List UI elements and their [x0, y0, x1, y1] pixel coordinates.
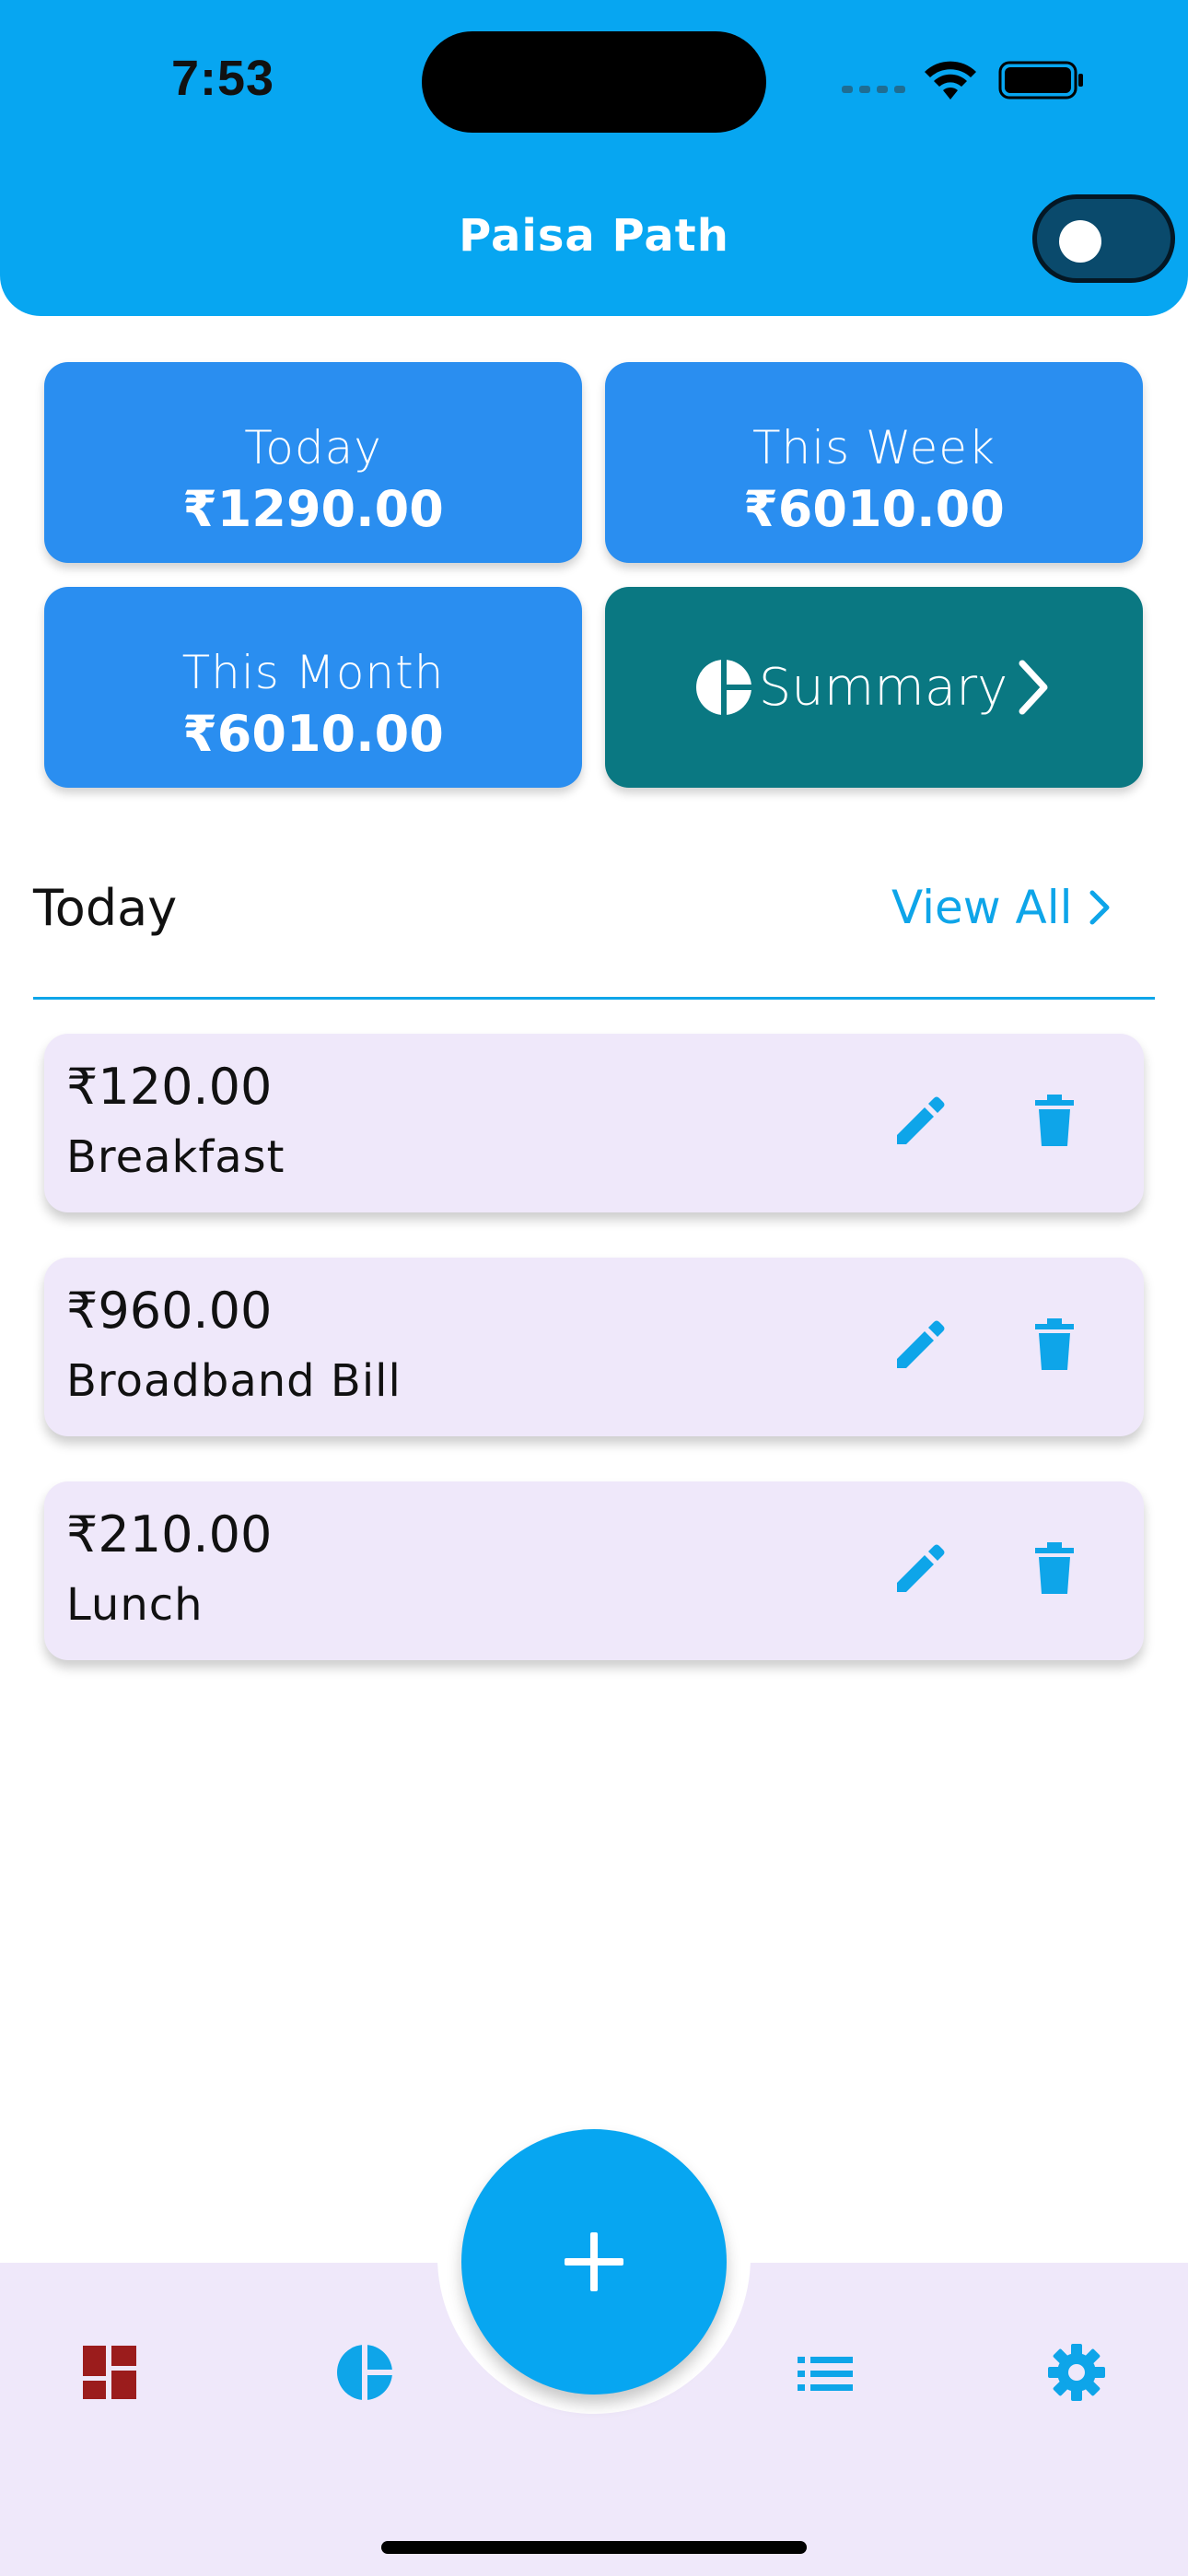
- plus-icon-stroke: [590, 2232, 598, 2291]
- expense-name: Broadband Bill: [66, 1355, 402, 1407]
- today-total-card[interactable]: Today ₹1290.00: [44, 362, 582, 563]
- home-indicator: [381, 2541, 807, 2554]
- week-total-card[interactable]: This Week ₹6010.00: [605, 362, 1143, 563]
- expense-name: Lunch: [66, 1579, 204, 1631]
- card-value: ₹1290.00: [182, 480, 444, 538]
- expense-row[interactable]: ₹120.00 Breakfast: [44, 1034, 1144, 1212]
- settings-gear-icon[interactable]: [1048, 2344, 1105, 2401]
- section-title: Today: [33, 879, 178, 937]
- cellular-signal-icon: [842, 86, 905, 93]
- battery-icon: [998, 61, 1083, 100]
- expense-amount: ₹210.00: [66, 1505, 273, 1563]
- theme-toggle[interactable]: [1032, 194, 1175, 283]
- card-value: ₹6010.00: [182, 705, 444, 763]
- chevron-right-icon: [1089, 890, 1110, 925]
- card-value: ₹6010.00: [743, 480, 1005, 538]
- card-label: This Month: [181, 646, 445, 699]
- expense-row[interactable]: ₹210.00 Lunch: [44, 1481, 1144, 1660]
- expense-amount: ₹960.00: [66, 1282, 273, 1340]
- dashboard-icon[interactable]: [83, 2346, 136, 2399]
- app-header: 7:53 Paisa Path: [0, 0, 1188, 316]
- summary-label: Summary: [758, 657, 1008, 718]
- summary-button[interactable]: Summary: [605, 587, 1143, 788]
- expense-amount: ₹120.00: [66, 1058, 273, 1116]
- delete-trash-icon[interactable]: [1033, 1093, 1076, 1148]
- section-divider: [33, 997, 1155, 1000]
- delete-trash-icon[interactable]: [1033, 1317, 1076, 1372]
- dynamic-island: [422, 31, 766, 133]
- expense-name: Breakfast: [66, 1131, 285, 1183]
- card-label: This Week: [751, 421, 996, 474]
- delete-trash-icon[interactable]: [1033, 1540, 1076, 1596]
- edit-pencil-icon[interactable]: [891, 1095, 947, 1150]
- expense-row[interactable]: ₹960.00 Broadband Bill: [44, 1258, 1144, 1436]
- edit-pencil-icon[interactable]: [891, 1318, 947, 1374]
- add-expense-button[interactable]: [461, 2129, 727, 2395]
- view-all-label: View All: [891, 881, 1073, 934]
- toggle-knob: [1059, 220, 1101, 263]
- pie-chart-icon[interactable]: [335, 2343, 394, 2402]
- month-total-card[interactable]: This Month ₹6010.00: [44, 587, 582, 788]
- pie-chart-icon: [695, 658, 753, 717]
- chevron-right-icon: [1019, 660, 1048, 715]
- card-label: Today: [244, 421, 382, 474]
- list-icon[interactable]: [798, 2355, 853, 2392]
- app-title: Paisa Path: [459, 210, 729, 262]
- wifi-icon: [925, 61, 976, 100]
- edit-pencil-icon[interactable]: [891, 1542, 947, 1598]
- view-all-link[interactable]: View All: [891, 881, 1113, 934]
- status-time: 7:53: [171, 51, 275, 106]
